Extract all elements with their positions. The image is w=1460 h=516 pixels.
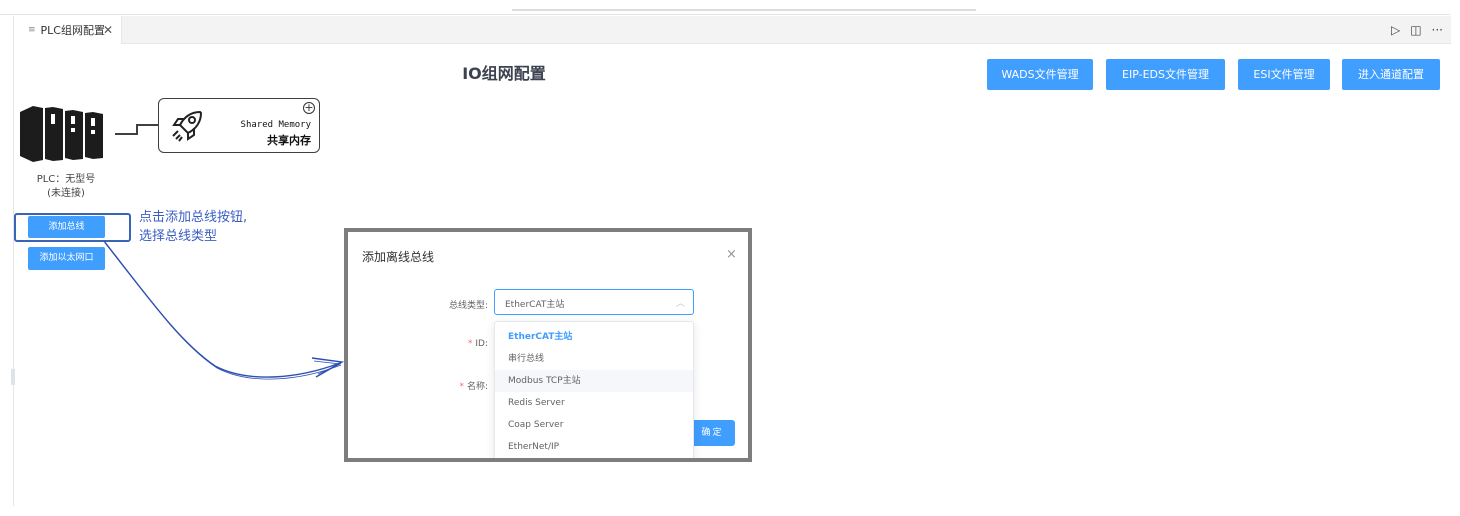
page-title: IO组网配置 — [462, 64, 546, 83]
annotation-text: 点击添加总线按钮, 选择总线类型 — [139, 208, 247, 246]
bus-type-label-text: 总线类型: — [448, 301, 488, 311]
dialog-title: 添加离线总线 — [362, 250, 435, 264]
id-label-text: ID: — [475, 339, 488, 349]
top-divider — [0, 14, 1450, 15]
shared-memory-title-en: Shared Memory — [240, 120, 311, 130]
highlight-box — [14, 213, 131, 242]
rocket-icon — [172, 110, 203, 142]
option-ethernet-ip[interactable]: EtherNet/IP — [495, 436, 693, 458]
bus-type-label: 总线类型: — [408, 298, 488, 311]
add-bus-dialog: 添加离线总线 × 总线类型: EtherCAT主站 ︿ * ID: * 名称: 确定… — [344, 228, 752, 462]
tab-plc-network-config[interactable]: ≡ PLC组网配置 ✕ — [14, 16, 122, 44]
annotation-line-1: 点击添加总线按钮, — [139, 210, 248, 225]
option-modbus-tcp-master[interactable]: Modbus TCP主站 — [495, 370, 693, 392]
plus-circle-icon[interactable]: + — [303, 102, 315, 114]
close-icon[interactable]: × — [726, 247, 737, 262]
add-ethernet-button[interactable]: 添加以太网口 — [28, 247, 105, 270]
required-mark: * — [459, 382, 464, 392]
esi-file-button[interactable]: ESI文件管理 — [1238, 59, 1330, 90]
sidebar-marker — [11, 369, 15, 385]
option-ethercat-master[interactable]: EtherCAT主站 — [495, 326, 693, 348]
name-label-text: 名称: — [466, 382, 488, 392]
bus-type-value: EtherCAT主站 — [505, 300, 565, 310]
channel-config-button[interactable]: 进入通道配置 — [1342, 59, 1440, 90]
name-label: * 名称: — [408, 379, 488, 392]
option-serial-bus[interactable]: 串行总线 — [495, 348, 693, 370]
option-coap-server[interactable]: Coap Server — [495, 414, 693, 436]
run-icon[interactable]: ▷ — [1391, 22, 1400, 38]
option-redis-server[interactable]: Redis Server — [495, 392, 693, 414]
more-actions-icon[interactable]: ··· — [1432, 22, 1443, 38]
eip-eds-file-button[interactable]: EIP-EDS文件管理 — [1106, 59, 1225, 90]
split-editor-icon[interactable]: ◫ — [1410, 22, 1421, 38]
top-scrollbar[interactable] — [512, 9, 976, 11]
chevron-up-icon: ︿ — [675, 299, 685, 309]
plc-label: PLC：无型号 (未连接) — [18, 173, 114, 201]
plc-status: (未连接) — [47, 188, 85, 199]
shared-memory-title-cn: 共享内存 — [267, 134, 311, 147]
required-mark: * — [467, 339, 473, 349]
file-lines-icon: ≡ — [28, 24, 36, 35]
plc-model: PLC：无型号 — [36, 174, 96, 185]
connector-line — [115, 124, 159, 135]
close-icon[interactable]: ✕ — [103, 22, 113, 38]
bus-type-dropdown: EtherCAT主站 串行总线 Modbus TCP主站 Redis Serve… — [494, 321, 694, 458]
tab-title: PLC组网配置 — [40, 24, 105, 37]
id-label: * ID: — [408, 339, 488, 349]
confirm-button[interactable]: 确定 — [690, 420, 735, 446]
annotation-line-2: 选择总线类型 — [139, 229, 218, 244]
plc-device-icon[interactable] — [17, 104, 115, 162]
shared-memory-card[interactable]: + Shared Memory 共享内存 — [158, 98, 320, 153]
tab-actions: ▷ ◫ ··· — [1391, 22, 1443, 38]
tab-bar: ≡ PLC组网配置 ✕ ▷ ◫ ··· — [14, 16, 1451, 44]
bus-type-select[interactable]: EtherCAT主站 ︿ — [494, 289, 694, 315]
window-top-strip — [0, 0, 1460, 16]
wads-file-button[interactable]: WADS文件管理 — [987, 59, 1093, 90]
